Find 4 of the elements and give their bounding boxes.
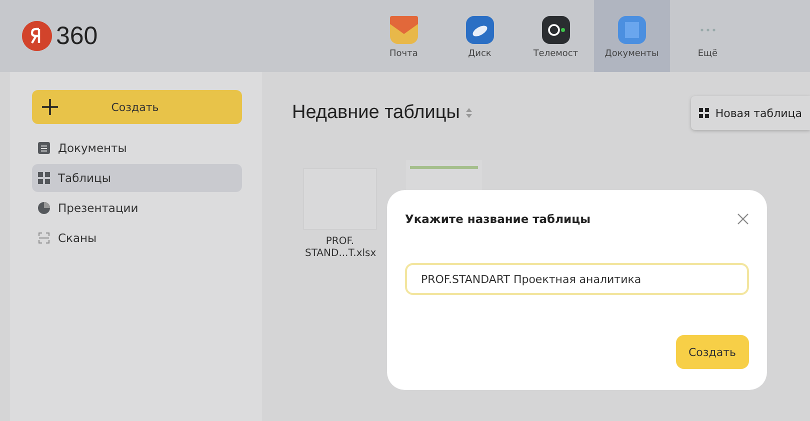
dialog-title: Укажите название таблицы (405, 212, 590, 226)
logo-text: 360 (56, 22, 98, 50)
section-title: Недавние таблицы (292, 102, 460, 124)
file-name: PROF. STAND...T.xlsx (305, 236, 375, 260)
